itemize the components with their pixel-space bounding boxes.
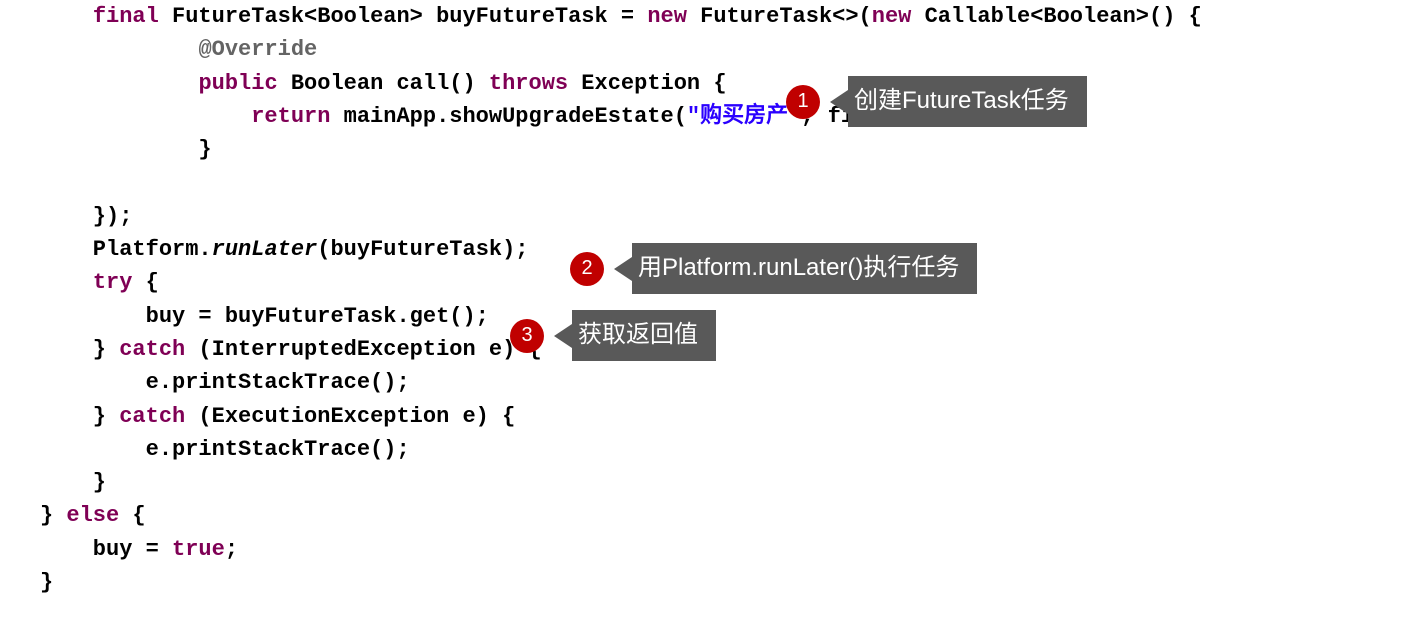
callout-arrow-icon [554, 324, 572, 348]
callout-text-3: 获取返回值 [572, 310, 716, 361]
callout-text-1: 创建FutureTask任务 [848, 76, 1087, 127]
callout-number-2: 2 [570, 252, 604, 286]
callout-number-3: 3 [510, 319, 544, 353]
code-block: final FutureTask<Boolean> buyFutureTask … [0, 0, 1402, 599]
callout-1: 1 创建FutureTask任务 [786, 76, 1087, 127]
callout-text-2: 用Platform.runLater()执行任务 [632, 243, 977, 294]
callout-3: 3 获取返回值 [510, 310, 716, 361]
callout-arrow-icon [614, 257, 632, 281]
callout-arrow-icon [830, 90, 848, 114]
callout-2: 2 用Platform.runLater()执行任务 [570, 243, 977, 294]
callout-number-1: 1 [786, 85, 820, 119]
